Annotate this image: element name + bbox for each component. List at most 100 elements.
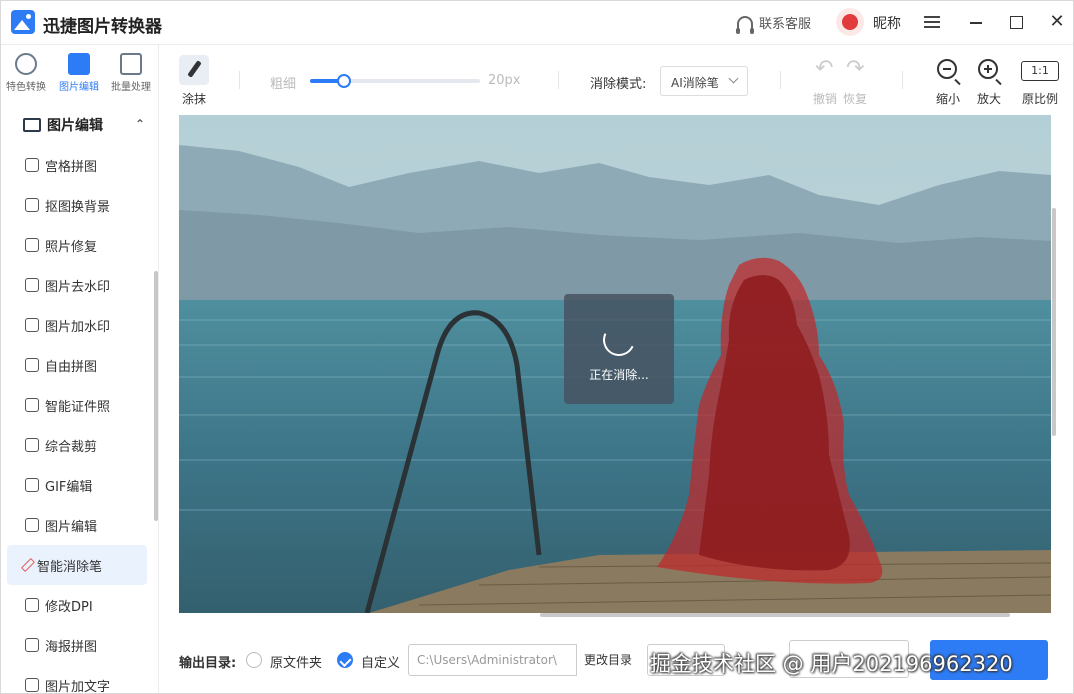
sidebar-item-label: 抠图换背景 xyxy=(45,199,111,215)
output-dir-label: 输出目录: xyxy=(179,656,237,671)
tool-icon xyxy=(25,638,39,652)
spinner-icon xyxy=(598,319,640,361)
sidebar-item-label: 修改DPI xyxy=(45,599,93,615)
nav-label: 图片编辑 xyxy=(59,82,99,93)
option-original-label: 原文件夹 xyxy=(270,656,323,671)
loading-text: 正在消除... xyxy=(589,368,649,382)
undo-label: 撤销 xyxy=(813,92,838,106)
maximize-button[interactable] xyxy=(1005,11,1027,33)
redo-icon[interactable]: ↷ xyxy=(846,58,868,81)
chevron-up-icon: ⌃ xyxy=(134,117,145,131)
sidebar-scrollbar[interactable] xyxy=(154,271,158,521)
brush-label: 涂抹 xyxy=(182,92,207,106)
sidebar-item[interactable]: 综合裁剪 xyxy=(1,425,153,465)
support-label: 联系客服 xyxy=(759,17,812,32)
tool-icon xyxy=(25,438,39,452)
sidebar-item[interactable]: 图片去水印 xyxy=(1,265,153,305)
sidebar-item[interactable]: 自由拼图 xyxy=(1,345,153,385)
radio-original-folder[interactable] xyxy=(246,652,262,668)
sidebar-item[interactable]: GIF编辑 xyxy=(1,465,153,505)
sidebar-item[interactable]: 海报拼图 xyxy=(1,625,153,665)
tool-list: 宫格拼图抠图换背景照片修复图片去水印图片加水印自由拼图智能证件照综合裁剪 GIF编… xyxy=(1,145,153,694)
thickness-slider[interactable] xyxy=(310,74,480,88)
app-title: 迅捷图片转换器 xyxy=(43,17,162,37)
nickname[interactable]: 昵称 xyxy=(873,13,901,33)
tool-icon xyxy=(25,198,39,212)
toolbar: 涂抹 粗细 20px 消除模式: AI消除笔 ↶ ↷ 撤销 恢复 缩小 放大 1… xyxy=(160,45,1073,115)
app-logo-icon xyxy=(11,10,35,34)
original-ratio-button[interactable]: 1:1 xyxy=(1021,61,1059,81)
sidebar-item-label: 照片修复 xyxy=(45,239,98,255)
sidebar-item-label: 海报拼图 xyxy=(45,639,98,655)
sidebar-item[interactable]: 智能证件照 xyxy=(1,385,153,425)
sidebar-item[interactable]: 宫格拼图 xyxy=(1,145,153,185)
menu-icon[interactable] xyxy=(924,16,940,28)
mode-label: 消除模式: xyxy=(590,77,647,92)
redo-label: 恢复 xyxy=(843,92,868,106)
loading-overlay: 正在消除... xyxy=(564,294,674,404)
original-ratio-label: 原比例 xyxy=(1022,92,1059,106)
title-bar: 迅捷图片转换器 联系客服 昵称 ✕ xyxy=(1,1,1073,45)
zoom-in-label: 放大 xyxy=(977,92,1002,106)
divider xyxy=(239,71,240,89)
sidebar-item[interactable]: 修改DPI xyxy=(1,585,153,625)
option-custom-label: 自定义 xyxy=(361,656,401,671)
sidebar-item-label: 图片编辑 xyxy=(45,519,98,535)
sidebar: 特色转换 图片编辑 批量处理 图片编辑 ⌃ 宫格拼图抠图换背景照片修复图片去水印… xyxy=(1,45,159,694)
swap-icon xyxy=(15,53,37,75)
radio-custom[interactable] xyxy=(337,652,353,668)
slider-handle[interactable] xyxy=(337,74,351,88)
nav-image-edit[interactable]: 图片编辑 xyxy=(54,53,104,93)
zoom-in-icon[interactable] xyxy=(978,59,998,79)
section-image-edit[interactable]: 图片编辑 ⌃ xyxy=(1,107,159,143)
canvas-vertical-scrollbar[interactable] xyxy=(1052,208,1056,436)
nav-feature-convert[interactable]: 特色转换 xyxy=(1,53,51,93)
tool-icon xyxy=(25,478,39,492)
image-edit-section-icon xyxy=(23,118,41,132)
sidebar-item-label: 图片去水印 xyxy=(45,279,111,295)
brush-icon[interactable] xyxy=(179,55,209,85)
tool-icon xyxy=(25,358,39,372)
canvas-horizontal-scrollbar[interactable] xyxy=(540,613,1010,617)
divider xyxy=(558,71,559,89)
sidebar-item[interactable]: 抠图换背景 xyxy=(1,185,153,225)
nav-label: 批量处理 xyxy=(111,82,151,93)
tool-icon xyxy=(25,158,39,172)
sidebar-item-label: 智能证件照 xyxy=(45,399,111,415)
tool-icon xyxy=(25,318,39,332)
close-button[interactable]: ✕ xyxy=(1046,11,1068,33)
section-title: 图片编辑 xyxy=(47,118,103,134)
support-button[interactable]: 联系客服 xyxy=(736,13,812,34)
sidebar-item-label: 图片加文字 xyxy=(45,679,111,694)
output-bar: 输出目录: 原文件夹 自定义 C:\Users\Administrator\ 更… xyxy=(160,626,1073,693)
sidebar-item[interactable]: 图片加水印 xyxy=(1,305,153,345)
sidebar-item-label: GIF编辑 xyxy=(45,479,93,495)
mode-select[interactable]: AI消除笔 xyxy=(660,66,748,96)
tool-icon xyxy=(25,598,39,612)
tool-icon xyxy=(25,278,39,292)
batch-icon xyxy=(120,53,142,75)
sidebar-item[interactable]: 照片修复 xyxy=(1,225,153,265)
tool-icon xyxy=(25,238,39,252)
avatar[interactable] xyxy=(836,8,864,36)
minimize-button[interactable] xyxy=(965,11,987,33)
sidebar-item-label: 自由拼图 xyxy=(45,359,98,375)
top-nav: 特色转换 图片编辑 批量处理 xyxy=(1,45,159,101)
divider xyxy=(780,71,781,89)
thickness-label: 粗细 xyxy=(270,77,297,92)
sidebar-item[interactable]: 智能消除笔 xyxy=(7,545,147,585)
tool-icon xyxy=(25,518,39,532)
zoom-out-icon[interactable] xyxy=(937,59,957,79)
sidebar-item-label: 图片加水印 xyxy=(45,319,111,335)
nav-batch[interactable]: 批量处理 xyxy=(106,53,156,93)
zoom-out-label: 缩小 xyxy=(936,92,961,106)
sidebar-item[interactable]: 图片加文字 xyxy=(1,665,153,694)
undo-icon[interactable]: ↶ xyxy=(815,58,837,81)
tool-icon xyxy=(25,678,39,692)
image-edit-icon xyxy=(68,53,90,75)
watermark-text: 掘金技术社区 @ 用户202196962320 xyxy=(650,652,1013,676)
change-dir-button[interactable]: 更改目录 xyxy=(576,644,639,676)
divider xyxy=(902,71,903,89)
sidebar-item[interactable]: 图片编辑 xyxy=(1,505,153,545)
sidebar-item-label: 智能消除笔 xyxy=(37,559,103,575)
